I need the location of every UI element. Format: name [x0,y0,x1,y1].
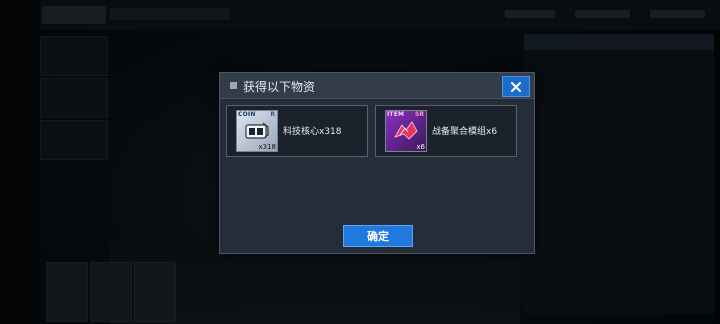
item-type-tag: ITEM [387,111,405,118]
item-type-tag: COIN [238,111,256,118]
title-marker-icon [230,82,237,89]
close-icon [511,81,521,92]
reward-label: 科技核心x318 [283,127,342,137]
item-count: x318 [258,143,276,151]
reward-slot-combat-module[interactable]: ITEM SR x6 战备聚合模组x6 [375,105,517,157]
item-count: x6 [416,143,425,151]
item-rank: R [270,111,275,118]
dialog-title: 获得以下物资 [243,80,316,94]
combat-module-icon: ITEM SR x6 [385,110,427,152]
tech-core-art [245,122,269,139]
combat-module-art [394,121,418,140]
close-button[interactable] [502,76,530,97]
item-rank: SR [415,111,424,118]
tech-core-icon: COIN R x318 [236,110,278,152]
reward-label: 战备聚合模组x6 [432,127,498,137]
reward-slot-tech-core[interactable]: COIN R x318 科技核心x318 [226,105,368,157]
reward-dialog: 获得以下物资 COIN R x318 科技核心x318 ITEM SR x6 战… [219,72,535,254]
confirm-button[interactable]: 确定 [343,225,413,247]
dialog-header: 获得以下物资 [220,73,534,99]
